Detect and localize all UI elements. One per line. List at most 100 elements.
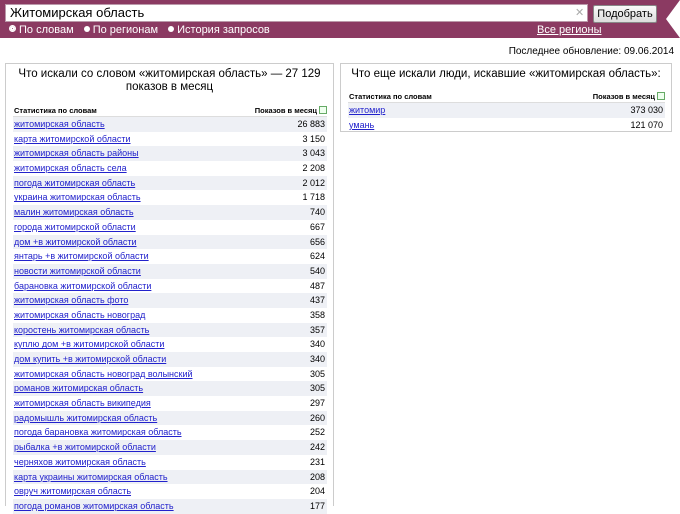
impressions-count: 252 (309, 427, 325, 438)
table-row: черняхов житомирская область 231 (13, 455, 327, 470)
submit-button[interactable]: Подобрать (593, 5, 657, 23)
keyword-link[interactable]: романов житомирская область (14, 381, 143, 396)
keyword-link[interactable]: житомирская область википедия (14, 396, 151, 411)
table-row: житомир 373 030 (348, 103, 665, 118)
mode-by-words[interactable]: По словам (9, 23, 74, 37)
column-count-label: Показов в месяц (254, 106, 317, 115)
table-row: умань 121 070 (348, 118, 665, 133)
table-row: новости житомирской области 540 (13, 263, 327, 279)
keyword-link[interactable]: овруч житомирская область (14, 484, 131, 499)
column-count-header: Показов в месяц (255, 106, 327, 115)
impressions-count: 3 043 (302, 148, 325, 159)
impressions-count: 2 208 (302, 163, 325, 174)
column-count-label: Показов в месяц (592, 92, 655, 101)
impressions-count: 3 150 (302, 133, 325, 144)
keyword-link[interactable]: черняхов житомирская область (14, 455, 146, 470)
keyword-link[interactable]: житомирская область фото (14, 293, 128, 308)
keyword-link[interactable]: карта житомирской области (14, 132, 131, 147)
keyword-link[interactable]: житомирская область села (14, 161, 127, 176)
column-keyword-header: Статистика по словам (14, 106, 97, 115)
keyword-link[interactable]: житомирская область новоград волынский (14, 367, 193, 382)
column-keyword-header: Статистика по словам (349, 92, 432, 101)
keyword-link[interactable]: малин житомирская область (14, 205, 134, 220)
table-row: овруч житомирская область 204 (13, 484, 327, 499)
impressions-count: 357 (309, 324, 325, 335)
impressions-count: 208 (309, 471, 325, 482)
keyword-link[interactable]: коростень житомирская область (14, 323, 149, 338)
impressions-count: 204 (309, 486, 325, 497)
keyword-link[interactable]: погода романов житомирская область (14, 499, 174, 514)
keyword-link[interactable]: новости житомирской области (14, 264, 141, 279)
impressions-count: 121 070 (630, 119, 663, 130)
radio-selected-icon[interactable] (9, 25, 16, 32)
table-row: житомирская область села 2 208 (13, 161, 327, 176)
table-row: рыбалка +в житомирской области 242 (13, 440, 327, 455)
table-header: Статистика по словам Показов в месяц (13, 102, 327, 117)
keyword-link[interactable]: радомышль житомирская область (14, 411, 157, 426)
table-row: куплю дом +в житомирской области 340 (13, 337, 327, 352)
table-row: погода романов житомирская область 177 (13, 498, 327, 514)
mode-history[interactable]: История запросов (168, 23, 270, 37)
keyword-link[interactable]: житомирская область новоград (14, 308, 145, 323)
keyword-link[interactable]: умань (349, 118, 374, 133)
impressions-count: 177 (309, 500, 325, 511)
associations-panel-title: Что еще искали люди, искавшие «житомирск… (351, 68, 661, 80)
keyword-link[interactable]: житомирская область районы (14, 146, 139, 161)
keyword-link[interactable]: карта украины житомирская область (14, 470, 168, 485)
clear-icon[interactable]: ✕ (575, 6, 584, 20)
impressions-count: 242 (309, 442, 325, 453)
mode-by-words-label[interactable]: По словам (19, 24, 74, 36)
table-row: радомышль житомирская область 260 (13, 410, 327, 426)
table-row: житомирская область википедия 297 (13, 396, 327, 411)
mode-by-regions[interactable]: По регионам (83, 23, 158, 37)
table-row: карта украины житомирская область 208 (13, 469, 327, 485)
keyword-link[interactable]: погода барановка житомирская область (14, 425, 182, 440)
keyword-link[interactable]: украина житомирская область (14, 190, 141, 205)
mode-by-regions-label[interactable]: По регионам (93, 24, 158, 36)
radio-icon[interactable] (83, 26, 90, 32)
impressions-count: 231 (309, 456, 325, 467)
table-row: житомирская область районы 3 043 (13, 146, 327, 162)
table-row: малин житомирская область 740 (13, 205, 327, 220)
table-row: коростень житомирская область 357 (13, 322, 327, 338)
keyword-link[interactable]: дом +в житомирской области (14, 235, 137, 250)
associations-rows: житомир 373 030 умань 121 070 (348, 103, 665, 132)
keyword-link[interactable]: житомирская область (14, 117, 105, 132)
keyword-link[interactable]: дом купить +в житомирской области (14, 352, 166, 367)
export-icon[interactable] (657, 92, 665, 100)
table-row: карта житомирской области 3 150 (13, 132, 327, 147)
table-row: житомирская область фото 437 (13, 293, 327, 308)
impressions-count: 1 718 (302, 192, 325, 203)
impressions-count: 305 (309, 383, 325, 394)
mode-history-label[interactable]: История запросов (177, 24, 270, 36)
column-count-header: Показов в месяц (593, 92, 665, 101)
all-regions-link[interactable]: Все регионы (537, 23, 602, 37)
keyword-link[interactable]: янтарь +в житомирской области (14, 249, 149, 264)
keywords-rows: житомирская область 26 883 карта житомирск… (13, 117, 327, 514)
table-row: дом купить +в житомирской области 340 (13, 352, 327, 367)
export-icon[interactable] (319, 106, 327, 114)
top-bar-notch (666, 0, 680, 38)
search-input[interactable]: Житомирская область (5, 4, 588, 22)
keyword-link[interactable]: погода житомирская область (14, 176, 135, 191)
impressions-count: 540 (309, 265, 325, 276)
table-header: Статистика по словам Показов в месяц (348, 88, 665, 103)
keywords-panel: Что искали со словом «житомирская област… (5, 63, 334, 514)
impressions-count: 373 030 (630, 105, 663, 115)
impressions-count: 437 (309, 295, 325, 306)
impressions-count: 656 (309, 236, 325, 247)
radio-icon[interactable] (168, 26, 175, 32)
keyword-link[interactable]: куплю дом +в житомирской области (14, 337, 164, 352)
table-row: города житомирской области 667 (13, 220, 327, 235)
keyword-link[interactable]: барановка житомирской области (14, 279, 151, 294)
impressions-count: 297 (309, 398, 325, 409)
keyword-link[interactable]: рыбалка +в житомирской области (14, 440, 156, 455)
keyword-link[interactable]: города житомирской области (14, 220, 136, 235)
table-row: житомирская область новоград 358 (13, 308, 327, 323)
table-row: барановка житомирской области 487 (13, 279, 327, 294)
keywords-panel-title: Что искали со словом «житомирская област… (18, 68, 321, 93)
keyword-link[interactable]: житомир (349, 103, 385, 118)
impressions-count: 340 (309, 354, 325, 364)
table-row: житомирская область 26 883 (13, 117, 327, 132)
table-row: житомирская область новоград волынский 30… (13, 367, 327, 382)
